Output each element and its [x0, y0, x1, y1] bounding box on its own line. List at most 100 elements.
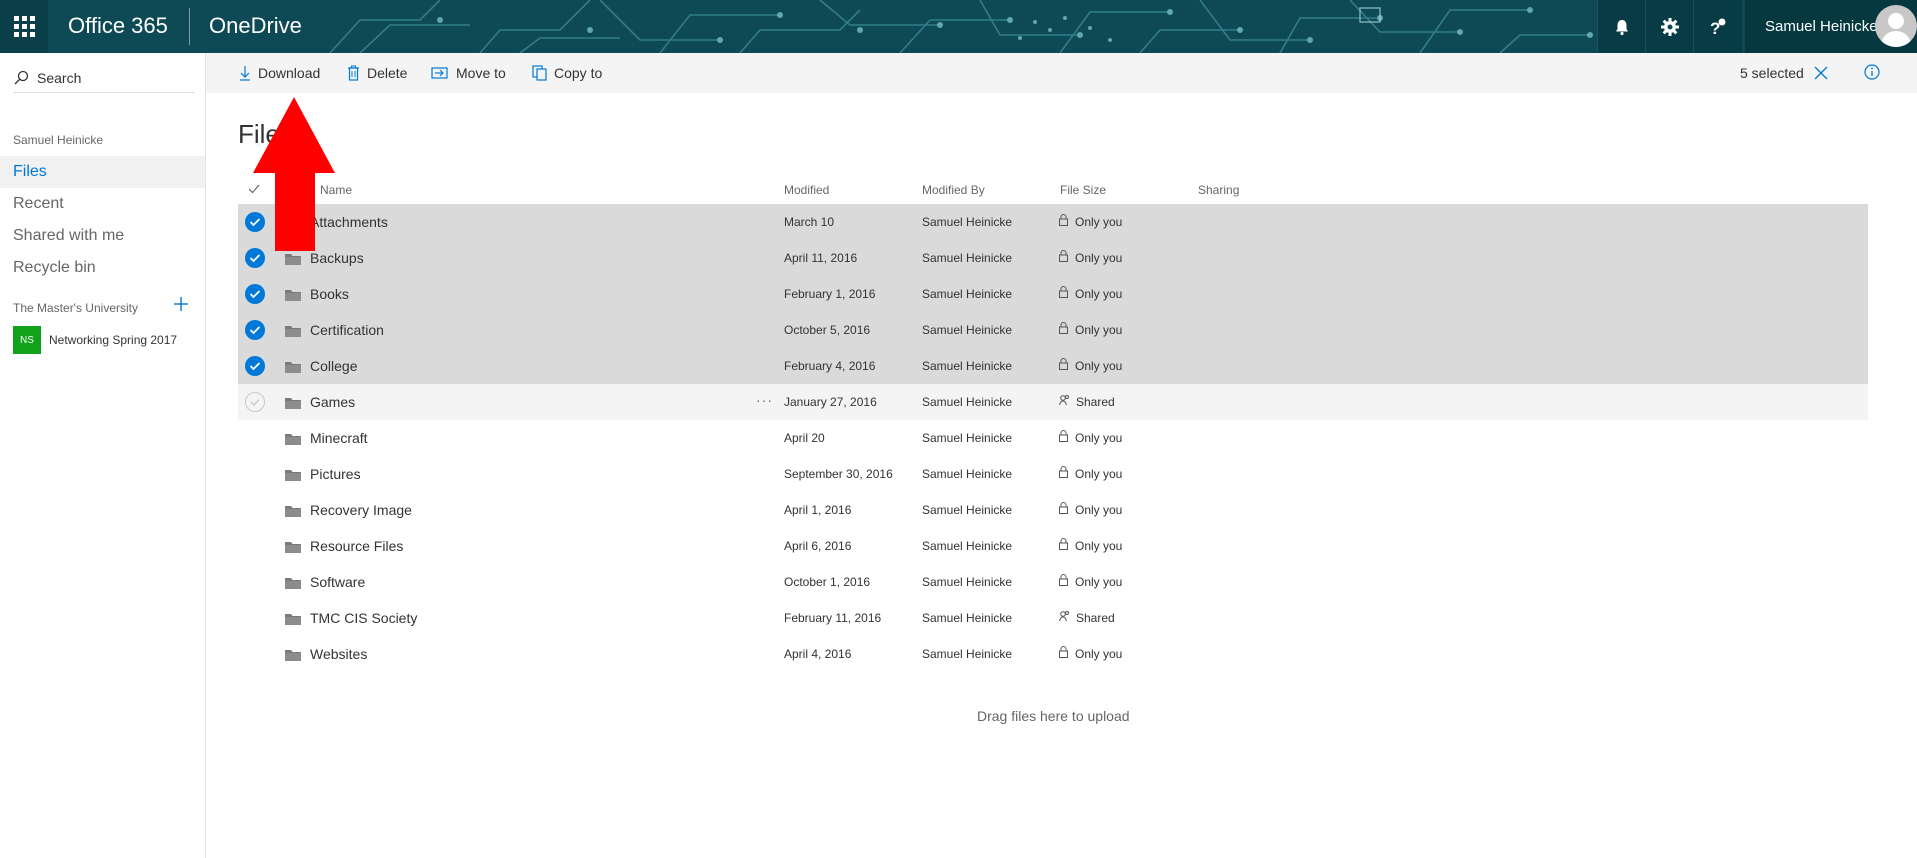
modified-by: Samuel Heinicke	[922, 215, 1013, 229]
modified-date: January 27, 2016	[784, 395, 877, 409]
suite-brand[interactable]: Office 365	[68, 13, 168, 39]
sharing-status[interactable]: Only you	[1059, 312, 1122, 348]
file-name-link[interactable]: Minecraft	[310, 420, 368, 456]
clear-selection-icon[interactable]	[1814, 66, 1828, 80]
file-name-link[interactable]: Recovery Image	[310, 492, 412, 528]
row-checkbox-checked-icon[interactable]	[245, 248, 265, 268]
nav-site-item[interactable]: NS Networking Spring 2017	[13, 326, 177, 354]
file-row[interactable]: Recovery Image April 1, 2016 Samuel Heinic…	[238, 492, 1868, 528]
file-row[interactable]: Books February 1, 2016 Samuel Heinicke Only…	[238, 276, 1868, 312]
file-row[interactable]: TMC CIS Society February 11, 2016 Samuel H…	[238, 600, 1868, 636]
row-checkbox-checked-icon[interactable]	[245, 356, 265, 376]
modified-by: Samuel Heinicke	[922, 467, 1013, 481]
file-name-link[interactable]: Certification	[310, 312, 384, 348]
sharing-status[interactable]: Only you	[1059, 492, 1122, 528]
app-launcher-icon	[13, 16, 35, 37]
app-launcher-button[interactable]	[0, 0, 48, 53]
modified-by: Samuel Heinicke	[922, 359, 1013, 373]
more-options-icon[interactable]: ···	[756, 384, 773, 416]
sharing-label: Only you	[1075, 287, 1123, 301]
nav-item-shared-with-me[interactable]: Shared with me	[0, 220, 205, 252]
file-row[interactable]: Software October 1, 2016 Samuel Heinicke On…	[238, 564, 1868, 600]
move-icon	[431, 67, 448, 79]
file-row[interactable]: Certification October 5, 2016 Samuel Heini…	[238, 312, 1868, 348]
file-row[interactable]: Pictures September 30, 2016 Samuel Heinick…	[238, 456, 1868, 492]
modified-date: April 11, 2016	[784, 251, 858, 265]
file-row[interactable]: Games ··· January 27, 2016 Samuel Heinicke S…	[238, 384, 1868, 420]
nav-item-recycle-bin[interactable]: Recycle bin	[0, 252, 205, 284]
sharing-status[interactable]: Shared	[1059, 384, 1115, 420]
file-name-link[interactable]: Websites	[310, 636, 367, 672]
sharing-status[interactable]: Only you	[1059, 348, 1122, 384]
add-site-icon[interactable]	[173, 296, 189, 312]
row-checkbox-checked-icon[interactable]	[245, 284, 265, 304]
shared-people-icon	[1059, 384, 1076, 420]
file-name-link[interactable]: Games	[310, 384, 355, 420]
sharing-status[interactable]: Only you	[1059, 276, 1122, 312]
modified-date: February 1, 2016	[784, 287, 876, 301]
lock-icon	[1059, 528, 1075, 564]
shared-people-icon	[1059, 600, 1076, 636]
search-label: Search	[37, 70, 82, 86]
app-title[interactable]: OneDrive	[209, 13, 302, 39]
copy-to-button[interactable]: Copy to	[532, 53, 602, 93]
lock-icon	[1059, 312, 1075, 348]
notifications-button[interactable]	[1597, 0, 1646, 53]
sharing-status[interactable]: Only you	[1059, 636, 1122, 672]
trash-icon	[348, 65, 359, 81]
column-header-file-size[interactable]: File Size	[1060, 183, 1106, 197]
lock-icon	[1059, 564, 1075, 600]
file-row[interactable]: Websites April 4, 2016 Samuel Heinicke Only…	[238, 636, 1868, 672]
file-name-link[interactable]: Books	[310, 276, 349, 312]
file-name-link[interactable]: Pictures	[310, 456, 361, 492]
nav-item-recent[interactable]: Recent	[0, 188, 205, 220]
sharing-status[interactable]: Only you	[1059, 420, 1122, 456]
sharing-status[interactable]: Only you	[1059, 240, 1122, 276]
folder-icon	[285, 396, 301, 412]
sharing-status[interactable]: Only you	[1059, 456, 1122, 492]
nav-item-files[interactable]: Files	[0, 156, 205, 188]
file-row[interactable]: Resource Files April 6, 2016 Samuel Heinic…	[238, 528, 1868, 564]
folder-icon	[285, 288, 301, 304]
file-row[interactable]: Minecraft April 20 Samuel Heinicke Only you	[238, 420, 1868, 456]
move-to-button[interactable]: Move to	[431, 53, 506, 93]
modified-by: Samuel Heinicke	[922, 431, 1013, 445]
modified-date: April 20	[784, 431, 825, 445]
modified-by: Samuel Heinicke	[922, 251, 1013, 265]
file-row[interactable]: Backups April 11, 2016 Samuel Heinicke Only…	[238, 240, 1868, 276]
file-name-link[interactable]: TMC CIS Society	[310, 600, 417, 636]
modified-by: Samuel Heinicke	[922, 575, 1013, 589]
sharing-label: Only you	[1075, 359, 1123, 373]
row-checkbox-checked-icon[interactable]	[245, 320, 265, 340]
modified-by: Samuel Heinicke	[922, 395, 1013, 409]
file-name-link[interactable]: College	[310, 348, 357, 384]
brand-divider	[189, 8, 190, 45]
column-header-sharing[interactable]: Sharing	[1198, 183, 1239, 197]
help-button[interactable]: ?	[1693, 0, 1742, 53]
download-icon	[240, 66, 250, 81]
row-checkbox-icon[interactable]	[245, 392, 265, 412]
folder-icon	[285, 432, 301, 448]
suite-header: Office 365 OneDrive ? Samuel Heinicke	[0, 0, 1917, 53]
sharing-status[interactable]: Only you	[1059, 528, 1122, 564]
settings-button[interactable]	[1645, 0, 1694, 53]
file-name-link[interactable]: Software	[310, 564, 365, 600]
sharing-label: Only you	[1075, 251, 1123, 265]
search-box[interactable]: Search	[13, 64, 195, 93]
delete-button[interactable]: Delete	[347, 53, 407, 93]
sharing-status[interactable]: Only you	[1059, 564, 1122, 600]
column-header-modified-by[interactable]: Modified By	[922, 183, 985, 197]
download-button[interactable]: Download	[239, 53, 320, 93]
column-header-modified[interactable]: Modified	[784, 183, 829, 197]
folder-icon	[285, 612, 301, 628]
sharing-label: Only you	[1075, 467, 1123, 481]
sharing-status[interactable]: Only you	[1059, 204, 1122, 240]
delete-label: Delete	[367, 65, 408, 81]
nav-owner-heading: Samuel Heinicke	[13, 133, 104, 147]
sharing-status[interactable]: Shared	[1059, 600, 1115, 636]
account-menu[interactable]: Samuel Heinicke	[1745, 0, 1917, 53]
file-row[interactable]: College February 4, 2016 Samuel Heinicke On…	[238, 348, 1868, 384]
info-icon[interactable]	[1864, 64, 1880, 80]
file-row[interactable]: Attachments March 10 Samuel Heinicke Only y…	[238, 204, 1868, 240]
file-name-link[interactable]: Resource Files	[310, 528, 403, 564]
